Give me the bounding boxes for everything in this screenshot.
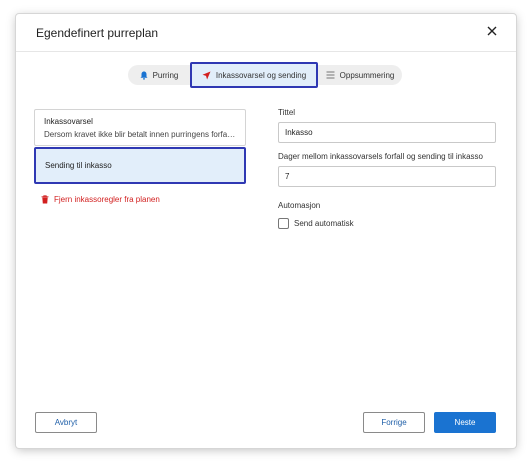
previous-button[interactable]: Forrige (363, 412, 425, 433)
tab-inkassovarsel-og-sending[interactable]: Inkassovarsel og sending (190, 62, 318, 88)
send-arrow-icon (202, 71, 211, 79)
rule-title: Sending til inkasso (45, 161, 112, 170)
tab-inkasso-label: Inkassovarsel og sending (215, 70, 307, 80)
tab-purring-label: Purring (152, 70, 179, 80)
close-button[interactable] (484, 23, 500, 39)
cancel-button[interactable]: Avbryt (35, 412, 97, 433)
remove-link-label: Fjern inkassoregler fra planen (54, 195, 160, 204)
tab-oppsummering[interactable]: Oppsummering (320, 65, 400, 85)
list-icon (326, 71, 335, 79)
dialog-header: Egendefinert purreplan (16, 14, 516, 52)
automation-label: Automasjon (278, 201, 321, 210)
dialog-title: Egendefinert purreplan (36, 26, 159, 40)
trash-icon (41, 195, 49, 204)
send-automatically-label: Send automatisk (294, 219, 354, 228)
tab-purring[interactable]: Purring (130, 65, 188, 85)
checkbox-box[interactable] (278, 218, 289, 229)
next-button[interactable]: Neste (434, 412, 496, 433)
bell-icon (140, 71, 148, 80)
rule-title: Inkassovarsel (44, 117, 93, 126)
step-navigation: Purring Inkassovarsel og sending Oppsumm… (128, 62, 402, 88)
send-automatically-checkbox[interactable]: Send automatisk (278, 218, 354, 229)
title-input[interactable] (278, 122, 496, 143)
rule-item-inkassovarsel[interactable]: Inkassovarsel Dersom kravet ikke blir be… (34, 109, 246, 146)
days-input[interactable] (278, 166, 496, 187)
title-label: Tittel (278, 108, 296, 117)
days-label: Dager mellom inkassovarsels forfall og s… (278, 152, 483, 161)
dialog: Egendefinert purreplan Purring Inkassova… (16, 14, 516, 448)
close-icon (487, 26, 497, 36)
tab-oppsummering-label: Oppsummering (339, 70, 395, 80)
rule-item-sending-til-inkasso[interactable]: Sending til inkasso (34, 147, 246, 184)
rule-description: Dersom kravet ikke blir betalt innen pur… (44, 130, 236, 139)
remove-inkasso-rules-link[interactable]: Fjern inkassoregler fra planen (41, 195, 160, 204)
rule-list: Inkassovarsel Dersom kravet ikke blir be… (34, 109, 246, 184)
